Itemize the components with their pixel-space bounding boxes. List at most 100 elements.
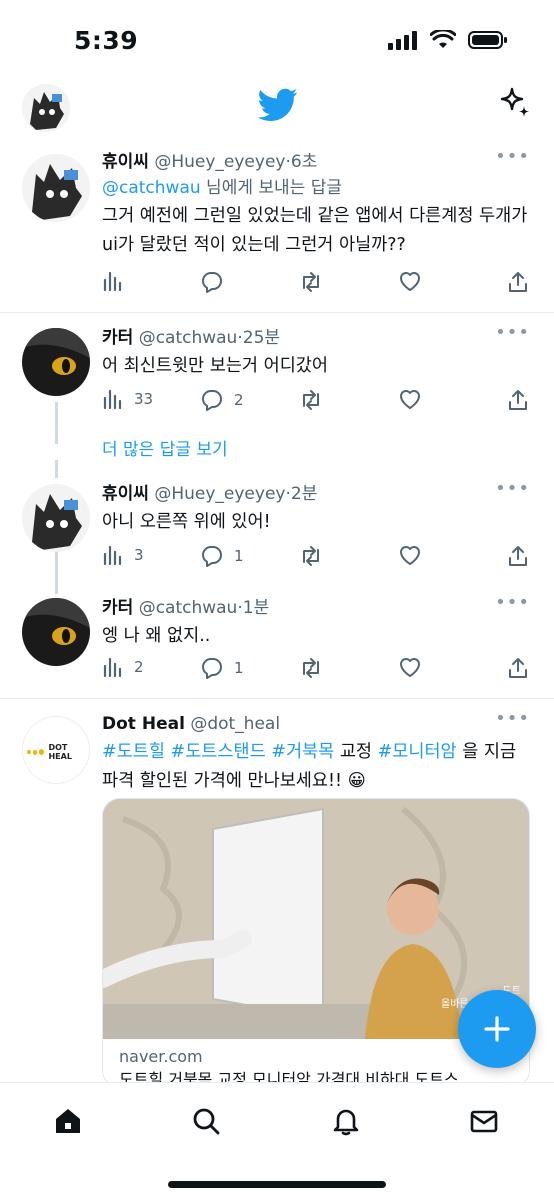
share-icon: [509, 546, 527, 566]
author-handle[interactable]: @catchwau: [139, 328, 238, 348]
tweet-time: 25분: [242, 328, 281, 348]
tweet-card[interactable]: 휴이씨 @Huey_eyeyey·2분 아니 오른쪽 위에 있어! ••• 3 …: [0, 470, 554, 582]
tweet-actions: [102, 270, 532, 298]
avatar[interactable]: [22, 328, 90, 396]
reply-count: 1: [234, 659, 244, 677]
tweet-actions: 33 2: [102, 388, 532, 416]
nav-messages[interactable]: [466, 1103, 502, 1139]
views-count: 33: [134, 390, 154, 408]
hashtag-link[interactable]: #도트힐: [102, 742, 165, 762]
avatar[interactable]: [22, 598, 90, 666]
home-indicator: [168, 1181, 386, 1188]
tweet-actions: 3 1: [102, 544, 532, 572]
tweet-card[interactable]: 카터 @catchwau·25분 어 최신트윗만 보는거 어디갔어 ••• 33…: [0, 314, 554, 424]
dot-heal-logo[interactable]: DOT HEAL: [22, 716, 90, 784]
signal-icon: [388, 31, 417, 50]
reply-button[interactable]: [200, 270, 224, 294]
hashtag-link[interactable]: #모니터암: [378, 742, 457, 762]
like-button[interactable]: [398, 544, 422, 566]
reply-count: 1: [234, 547, 244, 565]
plus-icon: [484, 1016, 510, 1042]
reply-button[interactable]: 1: [200, 544, 244, 568]
search-icon: [193, 1108, 220, 1135]
more-options-button[interactable]: •••: [495, 478, 530, 499]
more-options-button[interactable]: •••: [495, 592, 530, 613]
tweet-text: 그거 예전에 그런일 있었는데 같은 앱에서 다른계정 두개가 ui가 달랐던 …: [102, 206, 528, 255]
like-button[interactable]: [398, 388, 422, 410]
avatar-image: [22, 84, 70, 132]
retweet-button[interactable]: [298, 270, 324, 294]
more-options-button[interactable]: •••: [495, 322, 530, 343]
nav-notifications[interactable]: [328, 1103, 364, 1139]
views-button[interactable]: 2: [102, 656, 144, 678]
retweet-button[interactable]: [298, 656, 324, 680]
tweet-card[interactable]: 카터 @catchwau·1분 엥 나 왜 없지.. ••• 2 1: [0, 588, 554, 696]
hashtag-link[interactable]: #도트스탠드: [171, 742, 266, 762]
tweet-card[interactable]: 휴이씨 @Huey_eyeyey·6초 @catchwau 님에게 보내는 답글…: [0, 138, 554, 310]
retweet-icon: [303, 272, 319, 292]
tweet-text: 어 최신트윗만 보는거 어디갔어: [102, 356, 328, 376]
twitter-bird-icon[interactable]: [258, 88, 298, 126]
retweet-button[interactable]: [298, 544, 324, 568]
share-button[interactable]: [506, 544, 530, 568]
author-name[interactable]: 카터: [102, 328, 133, 348]
share-button[interactable]: [506, 270, 530, 294]
author-handle[interactable]: @Huey_eyeyey: [154, 152, 285, 172]
show-more-replies-link[interactable]: 더 많은 답글 보기: [102, 435, 228, 460]
reply-button[interactable]: 1: [200, 656, 244, 680]
card-title: 도트힐 거북목 교정 모니터암 가격대 비하대 도트스: [119, 1070, 459, 1082]
more-options-button[interactable]: •••: [495, 708, 530, 729]
like-button[interactable]: [398, 270, 422, 292]
views-button[interactable]: 33: [102, 388, 153, 410]
reply-to-suffix: 님에게 보내는 답글: [200, 178, 342, 198]
like-icon: [400, 658, 420, 677]
status-icons: [388, 30, 508, 50]
author-name[interactable]: 휴이씨: [102, 152, 149, 172]
author-handle[interactable]: @dot_heal: [190, 714, 280, 734]
tweet-header: Dot Heal @dot_heal: [102, 712, 532, 736]
card-image: 도트 올바른 자세를 만들: [103, 799, 529, 1039]
share-icon: [509, 390, 527, 410]
tweet-text: 엥 나 왜 없지..: [102, 626, 211, 646]
replying-to: @catchwau 님에게 보내는 답글: [102, 176, 532, 200]
author-handle[interactable]: @catchwau: [139, 598, 238, 618]
tweet-header: 카터 @catchwau·25분: [102, 328, 281, 348]
status-bar: 5:39: [0, 0, 554, 80]
compose-tweet-button[interactable]: [458, 990, 536, 1068]
avatar[interactable]: [22, 484, 90, 552]
tweet-header: 휴이씨 @Huey_eyeyey·2분: [102, 484, 318, 504]
profile-avatar[interactable]: [22, 84, 70, 132]
more-options-button[interactable]: •••: [495, 146, 530, 167]
author-name[interactable]: Dot Heal: [102, 714, 185, 734]
reply-button[interactable]: 2: [200, 388, 244, 412]
retweet-icon: [303, 546, 319, 566]
views-button[interactable]: [102, 270, 124, 292]
tweet-time: 1분: [242, 598, 270, 618]
like-button[interactable]: [398, 656, 422, 678]
views-icon: [103, 389, 122, 410]
tweet-text: #도트힐 #도트스탠드 #거북목 교정 #모니터암 을 지금 파격 할인된 가격…: [102, 742, 517, 791]
nav-search[interactable]: [188, 1103, 224, 1139]
share-button[interactable]: [506, 656, 530, 680]
mail-icon: [470, 1110, 498, 1133]
timeline-feed[interactable]: 휴이씨 @Huey_eyeyey·6초 @catchwau 님에게 보내는 답글…: [0, 138, 554, 1082]
views-icon: [103, 657, 122, 678]
views-button[interactable]: 3: [102, 544, 144, 566]
tweet-header: 휴이씨 @Huey_eyeyey·6초: [102, 152, 318, 172]
views-count: 2: [134, 658, 144, 676]
views-icon: [103, 545, 122, 566]
share-button[interactable]: [506, 388, 530, 412]
like-icon: [400, 272, 420, 291]
reply-icon: [202, 272, 222, 293]
sparkle-icon[interactable]: [498, 86, 532, 124]
share-icon: [509, 272, 527, 292]
author-name[interactable]: 휴이씨: [102, 484, 149, 504]
nav-home[interactable]: [50, 1103, 86, 1139]
retweet-button[interactable]: [298, 388, 324, 412]
author-name[interactable]: 카터: [102, 598, 133, 618]
hashtag-link[interactable]: #거북목: [271, 742, 334, 762]
author-handle[interactable]: @Huey_eyeyey: [154, 484, 285, 504]
avatar[interactable]: [22, 154, 90, 222]
reply-to-link[interactable]: @catchwau: [102, 178, 201, 198]
status-time: 5:39: [74, 26, 139, 55]
